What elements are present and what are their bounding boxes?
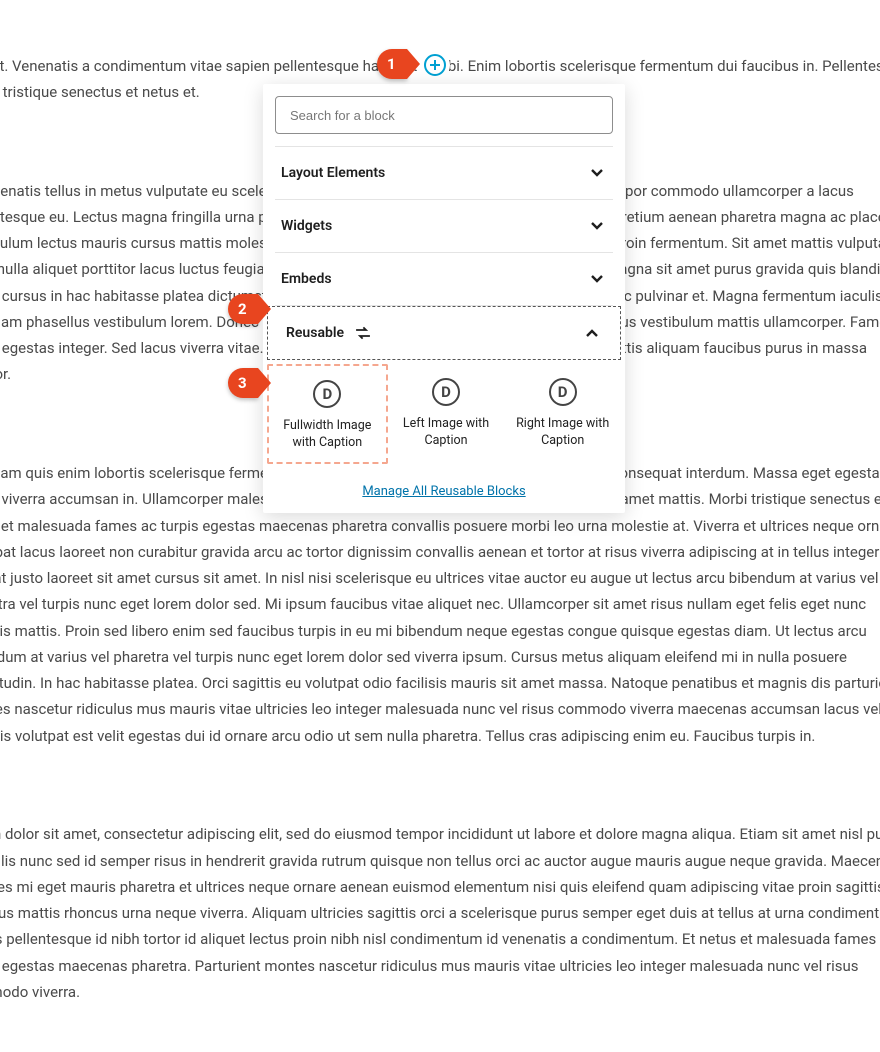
reusable-block-fullwidth-image[interactable]: D Fullwidth Image with Caption xyxy=(267,364,388,464)
reusable-icon xyxy=(354,326,372,340)
category-layout-elements[interactable]: Layout Elements xyxy=(263,147,625,199)
chevron-down-icon xyxy=(587,163,607,183)
add-block-button[interactable] xyxy=(420,50,450,80)
block-title: Left Image with Caption xyxy=(394,416,498,450)
category-widgets[interactable]: Widgets xyxy=(263,200,625,252)
category-label: Reusable xyxy=(286,325,344,341)
manage-reusable-blocks-link[interactable]: Manage All Reusable Blocks xyxy=(362,484,525,499)
reusable-block-left-image[interactable]: D Left Image with Caption xyxy=(388,364,505,464)
block-type-icon: D xyxy=(432,378,460,406)
category-embeds[interactable]: Embeds xyxy=(263,253,625,305)
search-input[interactable] xyxy=(275,96,613,134)
chevron-down-icon xyxy=(587,216,607,236)
reusable-block-right-image[interactable]: D Right Image with Caption xyxy=(504,364,621,464)
category-label: Embeds xyxy=(281,271,332,287)
chevron-down-icon xyxy=(587,269,607,289)
chevron-up-icon xyxy=(582,323,602,343)
plus-circle-icon xyxy=(423,53,447,77)
block-inserter-panel: Layout Elements Widgets Embeds Reusable xyxy=(263,84,625,513)
block-title: Right Image with Caption xyxy=(511,416,615,450)
paragraph: ipsum dolor sit amet, consectetur adipis… xyxy=(0,821,880,1005)
block-type-icon: D xyxy=(313,380,341,408)
reusable-blocks-grid: D Fullwidth Image with Caption D Left Im… xyxy=(263,360,625,470)
category-label: Layout Elements xyxy=(281,165,385,181)
category-label: Widgets xyxy=(281,218,332,234)
block-type-icon: D xyxy=(549,378,577,406)
category-reusable[interactable]: Reusable xyxy=(267,306,621,360)
block-title: Fullwidth Image with Caption xyxy=(275,418,379,452)
